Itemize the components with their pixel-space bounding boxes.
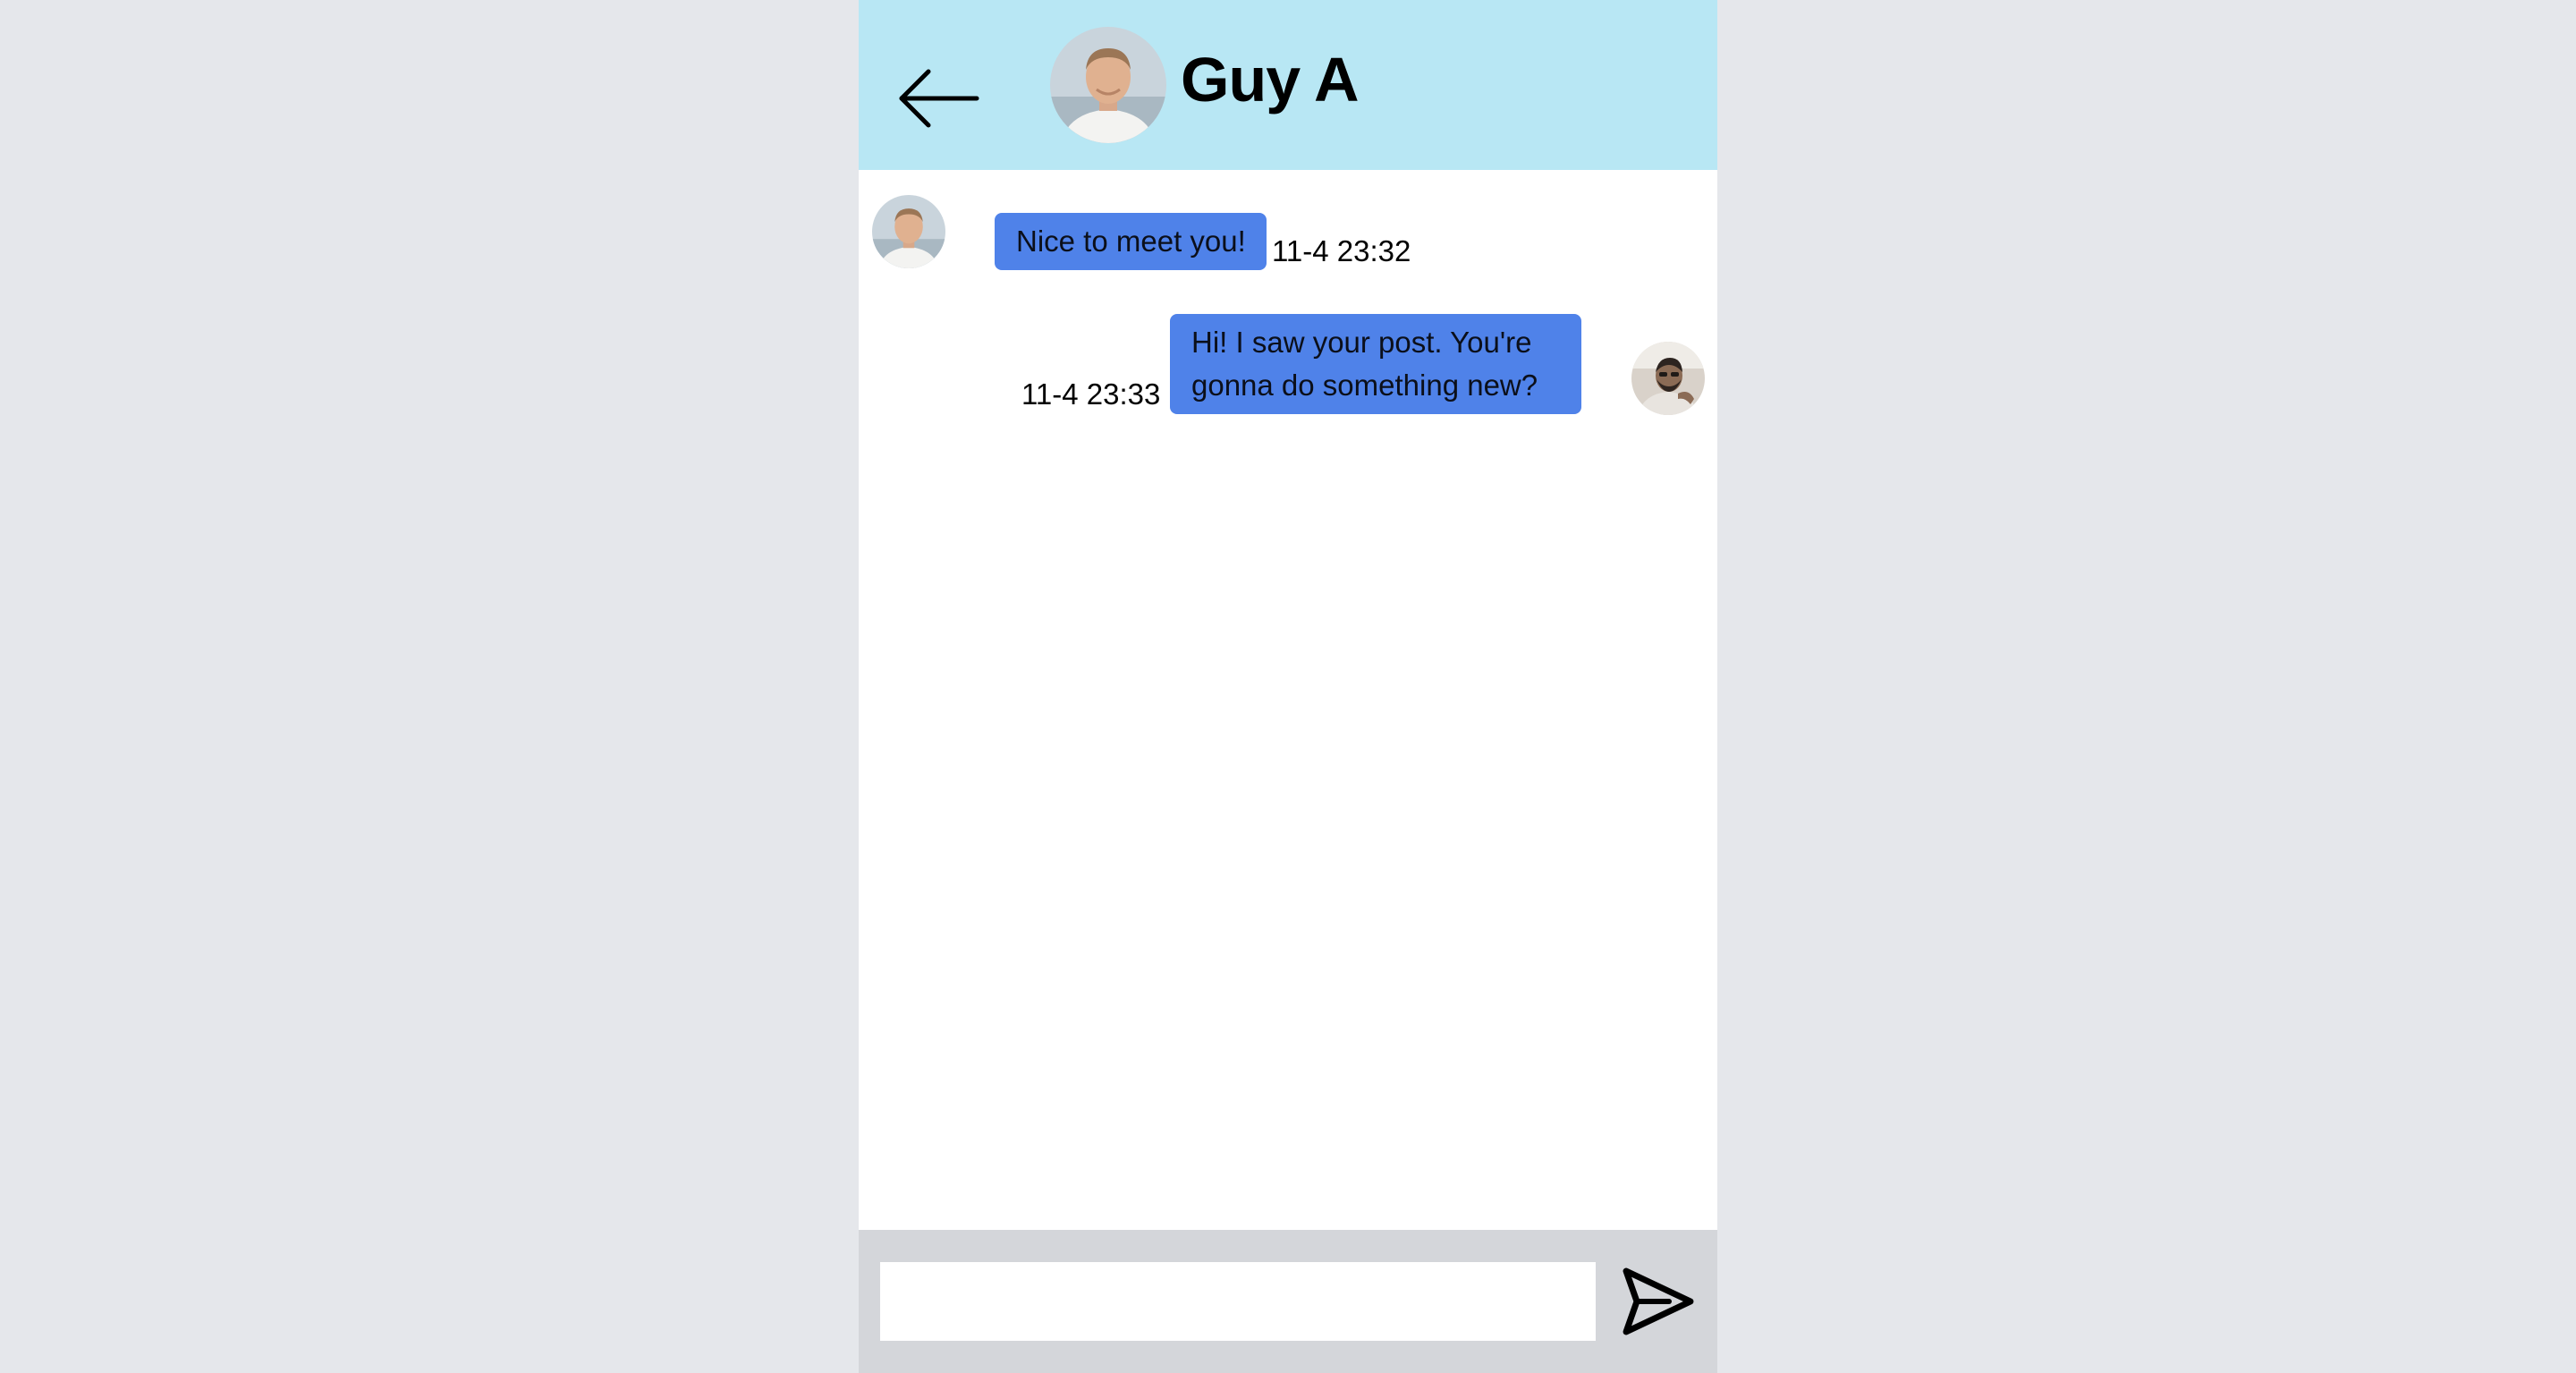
message-text: Nice to meet you! xyxy=(1016,225,1246,258)
chat-window: Guy A Nice to meet you! 11-4 23:32 11-4 … xyxy=(859,0,1717,1373)
my-message-avatar[interactable] xyxy=(1631,342,1705,415)
user-photo xyxy=(1631,342,1705,415)
contact-message-avatar[interactable] xyxy=(872,195,945,268)
contact-photo xyxy=(872,195,945,268)
message-timestamp: 11-4 23:33 xyxy=(1021,377,1161,411)
outgoing-message-bubble[interactable]: Hi! I saw your post. You're gonna do som… xyxy=(1170,314,1581,414)
send-button[interactable] xyxy=(1621,1264,1696,1339)
contact-photo xyxy=(1050,27,1166,143)
message-timestamp: 11-4 23:32 xyxy=(1272,234,1411,267)
message-list: Nice to meet you! 11-4 23:32 11-4 23:33 … xyxy=(859,170,1717,1230)
message-text-line: Hi! I saw your post. You're xyxy=(1191,326,1532,359)
message-input[interactable] xyxy=(880,1262,1596,1341)
back-button[interactable] xyxy=(893,63,982,134)
chat-header: Guy A xyxy=(859,0,1717,170)
contact-name: Guy A xyxy=(1181,45,1360,114)
send-icon xyxy=(1623,1267,1694,1335)
incoming-message-bubble[interactable]: Nice to meet you! xyxy=(995,213,1267,270)
composer-bar xyxy=(859,1230,1717,1373)
contact-avatar[interactable] xyxy=(1050,27,1166,143)
arrow-left-icon xyxy=(899,69,979,128)
message-text-line: gonna do something new? xyxy=(1191,369,1538,402)
